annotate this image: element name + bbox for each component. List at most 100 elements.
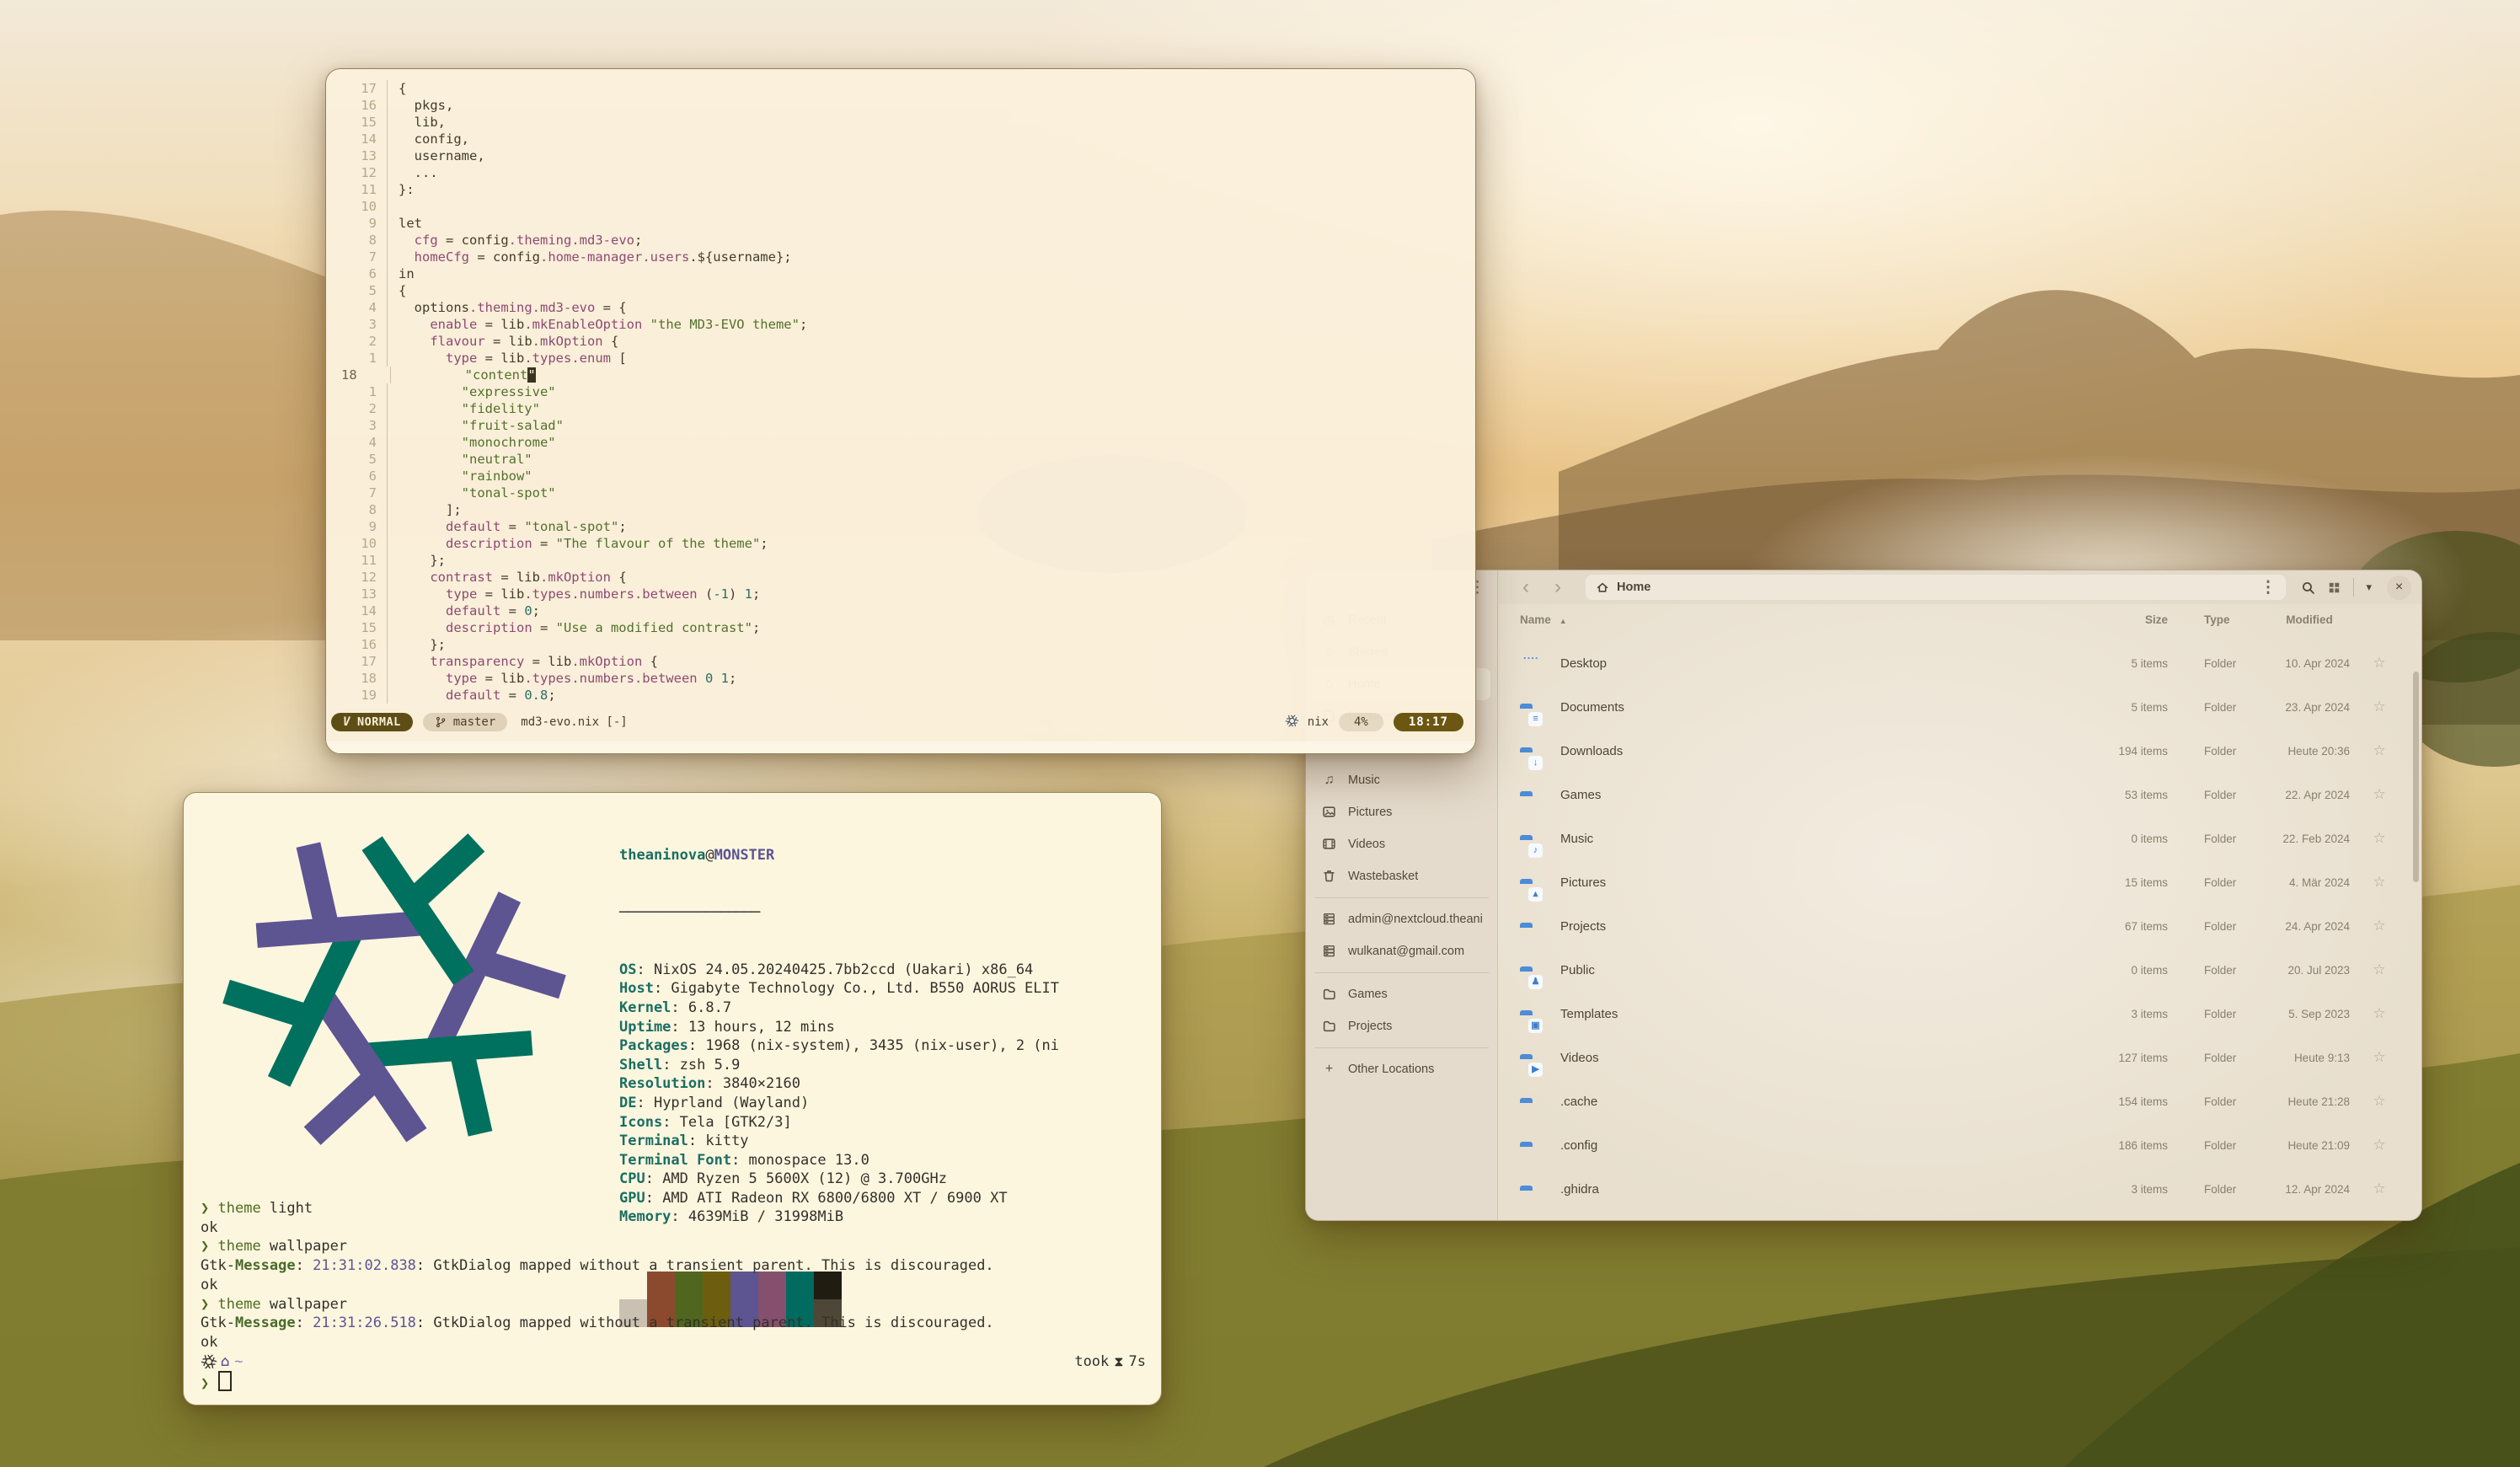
- pictures-icon: [1321, 805, 1337, 820]
- code-text: lib,: [388, 114, 446, 131]
- file-row[interactable]: ↓ Downloads 194 items Folder Heute 20:36…: [1498, 729, 2421, 773]
- file-name: Pictures: [1560, 875, 2058, 890]
- sidebar-item-projects[interactable]: Projects: [1313, 1010, 1490, 1042]
- file-row[interactable]: ▣ Templates 3 items Folder 5. Sep 2023 ☆: [1498, 992, 2421, 1036]
- fetch-value: : 13 hours, 12 mins: [671, 1019, 834, 1036]
- star-icon[interactable]: ☆: [2350, 742, 2409, 759]
- file-modified: 22. Apr 2024: [2269, 789, 2350, 801]
- file-type: Folder: [2168, 1183, 2269, 1196]
- file-row[interactable]: ♪ Music 0 items Folder 22. Feb 2024 ☆: [1498, 816, 2421, 860]
- git-branch-badge[interactable]: master: [423, 713, 508, 731]
- file-row[interactable]: ▴ Pictures 15 items Folder 4. Mär 2024 ☆: [1498, 860, 2421, 904]
- breadcrumb[interactable]: Home ⋮: [1586, 575, 2286, 600]
- fetch-value: : AMD Ryzen 5 5600X (12) @ 3.700GHz: [645, 1170, 947, 1187]
- view-options-caret-icon[interactable]: ▾: [2366, 581, 2372, 594]
- file-name: .cache: [1560, 1095, 2058, 1109]
- line-number: 16: [338, 97, 388, 114]
- code-text: type = lib.types.enum [: [388, 350, 627, 367]
- star-icon[interactable]: ☆: [2350, 1049, 2409, 1066]
- grid-view-icon[interactable]: [2327, 581, 2341, 595]
- code-editor[interactable]: 17{16 pkgs,15 lib,14 config,13 username,…: [338, 80, 1467, 704]
- line-number: 8: [338, 501, 388, 518]
- line-number: 18: [338, 367, 391, 383]
- sidebar-item-wulkanat-gmail-com[interactable]: wulkanat@gmail.com: [1313, 935, 1490, 967]
- fetch-info-line: Kernel: 6.8.7: [619, 999, 1059, 1018]
- search-icon[interactable]: [2301, 581, 2315, 595]
- file-row[interactable]: .config 186 items Folder Heute 21:09 ☆: [1498, 1123, 2421, 1167]
- file-type: Folder: [2168, 1008, 2269, 1020]
- back-button[interactable]: ‹: [1513, 576, 1538, 599]
- file-row[interactable]: Desktop 5 items Folder 10. Apr 2024 ☆: [1498, 641, 2421, 685]
- sidebar-item-label: Pictures: [1348, 806, 1392, 819]
- filename-label: md3-evo.nix [-]: [521, 715, 627, 729]
- close-button[interactable]: ×: [2387, 576, 2411, 600]
- star-icon[interactable]: ☆: [2350, 1093, 2409, 1110]
- star-icon[interactable]: ☆: [2350, 1181, 2409, 1197]
- line-number: 12: [338, 569, 388, 586]
- folder-icon: [1321, 1019, 1337, 1034]
- home-icon: [1596, 581, 1609, 594]
- sidebar-item-games[interactable]: Games: [1313, 978, 1490, 1010]
- file-row[interactable]: .cache 154 items Folder Heute 21:28 ☆: [1498, 1079, 2421, 1123]
- file-row[interactable]: .ghidra 3 items Folder 12. Apr 2024 ☆: [1498, 1167, 2421, 1211]
- file-size: 194 items: [2058, 745, 2168, 758]
- column-type[interactable]: Type: [2168, 613, 2269, 626]
- file-size: 0 items: [2058, 833, 2168, 845]
- star-icon[interactable]: ☆: [2350, 699, 2409, 715]
- column-size[interactable]: Size: [2058, 613, 2168, 626]
- forward-button[interactable]: ›: [1545, 576, 1570, 599]
- prompt-arrow: ❯: [201, 1375, 209, 1392]
- star-icon[interactable]: ☆: [2350, 1137, 2409, 1154]
- file-row[interactable]: Projects 67 items Folder 24. Apr 2024 ☆: [1498, 904, 2421, 948]
- file-type: Folder: [2168, 1095, 2269, 1108]
- code-text: type = lib.types.numbers.between (-1) 1;: [388, 586, 760, 602]
- fetch-value: : 1968 (nix-system), 3435 (nix-user), 2 …: [688, 1037, 1059, 1054]
- fetch-label: Shell: [619, 1057, 662, 1073]
- sidebar-item-other-locations[interactable]: +Other Locations: [1313, 1053, 1490, 1085]
- fetch-label: Kernel: [619, 999, 671, 1016]
- file-row[interactable]: Games 53 items Folder 22. Apr 2024 ☆: [1498, 773, 2421, 816]
- sidebar-item-music[interactable]: ♫Music: [1313, 764, 1490, 796]
- star-icon[interactable]: ☆: [2350, 874, 2409, 891]
- file-name: Templates: [1560, 1007, 2058, 1021]
- star-icon[interactable]: ☆: [2350, 961, 2409, 978]
- code-line: 17 transparency = lib.mkOption {: [338, 653, 1467, 670]
- column-name[interactable]: Name▲: [1520, 613, 2058, 626]
- sidebar-item-videos[interactable]: Videos: [1313, 828, 1490, 860]
- file-row[interactable]: ▶ Videos 127 items Folder Heute 9:13 ☆: [1498, 1036, 2421, 1079]
- star-icon[interactable]: ☆: [2350, 655, 2409, 672]
- nixos-logo: [197, 805, 591, 1174]
- line-number: 3: [338, 417, 388, 434]
- location-menu-icon[interactable]: ⋮: [2260, 580, 2276, 596]
- language-indicator: nix: [1285, 714, 1329, 731]
- star-icon[interactable]: ☆: [2350, 918, 2409, 934]
- column-modified[interactable]: Modified: [2269, 613, 2350, 626]
- column-headers: Name▲ Size Type Modified: [1498, 604, 2421, 634]
- prompt-input-line[interactable]: ❯: [201, 1371, 1146, 1394]
- file-size: 53 items: [2058, 789, 2168, 801]
- file-row[interactable]: ≡ Documents 5 items Folder 23. Apr 2024 …: [1498, 685, 2421, 729]
- star-icon[interactable]: ☆: [2350, 830, 2409, 847]
- terminal-window[interactable]: theaninova@MONSTER ────────────────── OS…: [183, 792, 1162, 1405]
- code-text: in: [388, 265, 415, 282]
- desktop: ⋮ ◷Recent☆Starred⌂HomeDocumentsDownloads…: [0, 0, 2520, 1467]
- code-line: 10 description = "The flavour of the the…: [338, 535, 1467, 552]
- file-row[interactable]: ♟ Public 0 items Folder 20. Jul 2023 ☆: [1498, 948, 2421, 992]
- sidebar-item-wastebasket[interactable]: Wastebasket: [1313, 860, 1490, 892]
- file-type: Folder: [2168, 657, 2269, 670]
- sidebar-item-pictures[interactable]: Pictures: [1313, 796, 1490, 828]
- code-text: "fidelity": [388, 400, 540, 417]
- fetch-info-line: Terminal: kitty: [619, 1132, 1059, 1151]
- fetch-value: : zsh 5.9: [662, 1057, 740, 1073]
- star-icon[interactable]: ☆: [2350, 786, 2409, 803]
- fetch-info-line: OS: NixOS 24.05.20240425.7bb2ccd (Uakari…: [619, 961, 1059, 980]
- code-line: 11 };: [338, 552, 1467, 569]
- scrollbar[interactable]: [2413, 672, 2419, 882]
- terminal-line: ❯ theme light: [201, 1199, 1146, 1218]
- star-icon[interactable]: ☆: [2350, 1005, 2409, 1022]
- sidebar-item-label: Projects: [1348, 1020, 1392, 1033]
- code-line: 9 default = "tonal-spot";: [338, 518, 1467, 535]
- emblem-videos-icon: ▶: [1528, 1063, 1543, 1077]
- sidebar-item-admin-nextcloud-theanin-[interactable]: admin@nextcloud.theanin…: [1313, 903, 1490, 935]
- code-line: 3 "fruit-salad": [338, 417, 1467, 434]
